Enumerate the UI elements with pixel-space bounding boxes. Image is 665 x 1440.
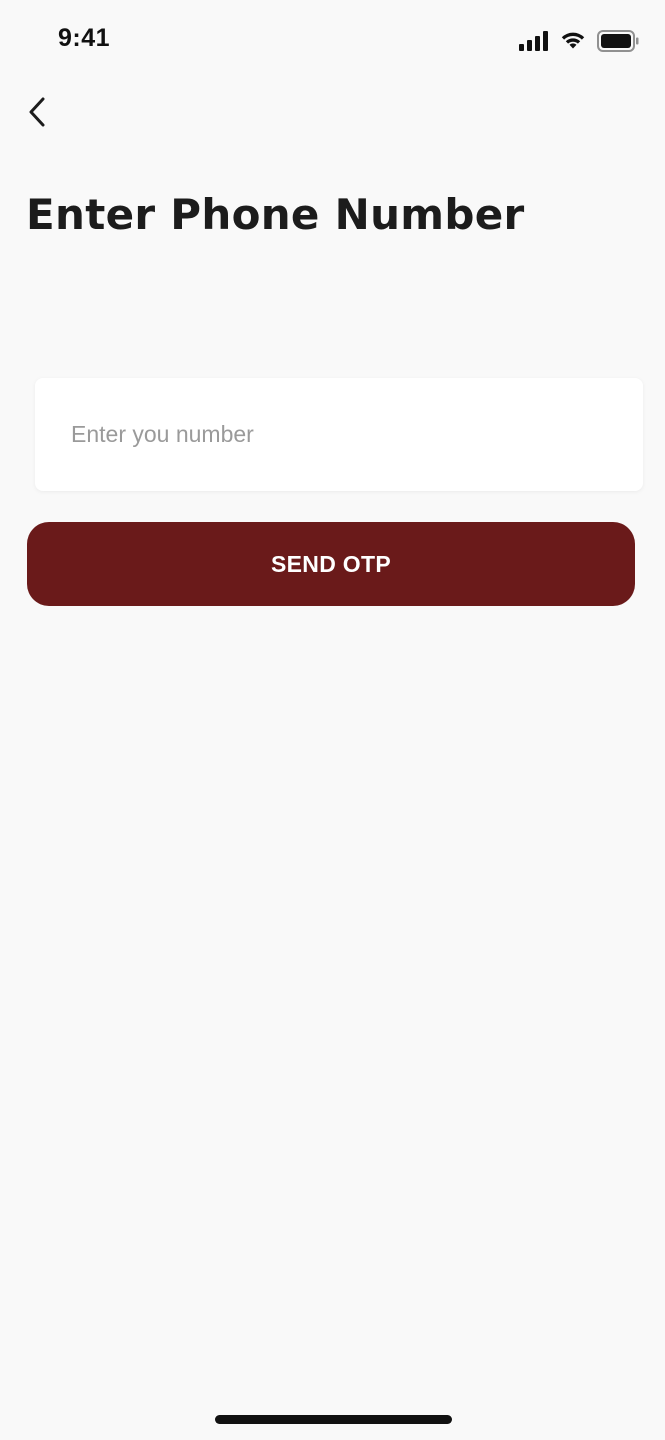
status-time: 9:41 (58, 24, 111, 52)
status-bar: 9:41 (0, 0, 665, 80)
chevron-left-icon (26, 96, 50, 133)
battery-icon (597, 30, 639, 52)
back-button[interactable] (14, 90, 62, 138)
cellular-signal-icon (519, 31, 549, 51)
send-otp-button[interactable]: SEND OTP (27, 522, 635, 606)
page-title: Enter Phone Number (26, 190, 525, 239)
home-indicator (215, 1415, 452, 1424)
phone-field-container (35, 378, 643, 491)
wifi-icon (559, 31, 587, 51)
status-icons (519, 28, 639, 54)
phone-number-input[interactable] (71, 378, 611, 491)
